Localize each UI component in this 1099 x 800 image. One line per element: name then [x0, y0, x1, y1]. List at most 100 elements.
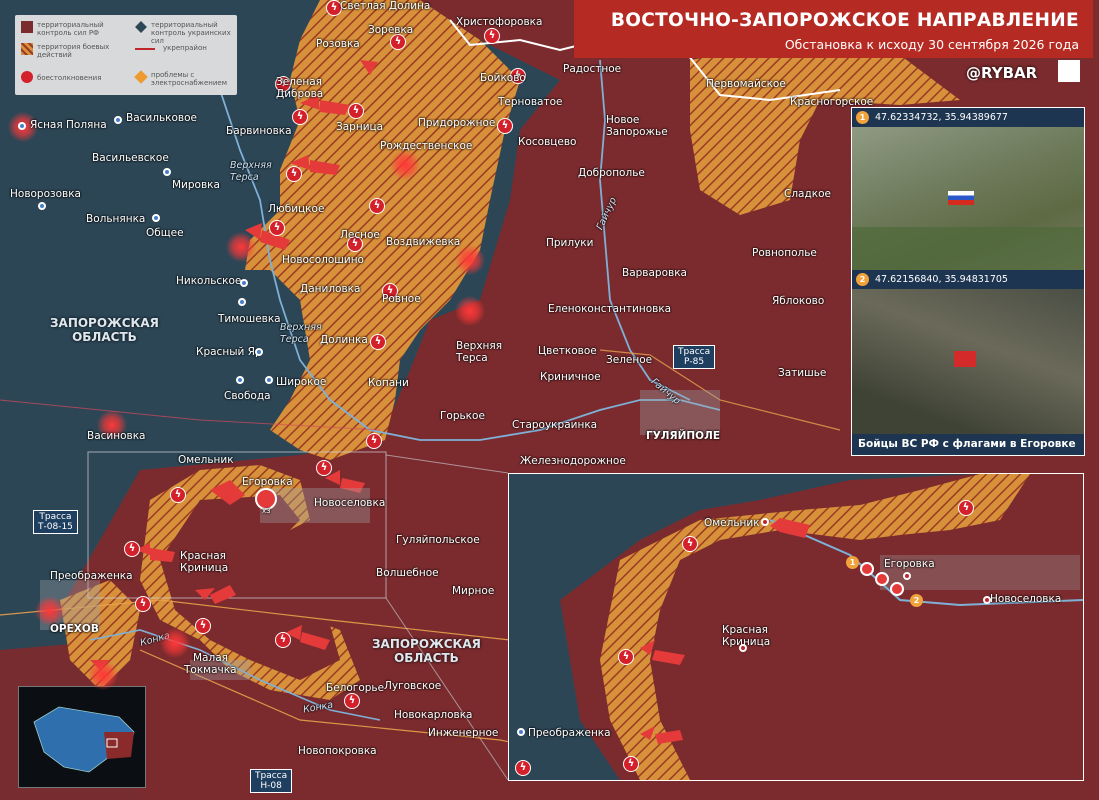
town-pin[interactable] — [38, 202, 46, 210]
town-label: Криничное — [540, 371, 601, 383]
town-label: Инженерное — [428, 727, 499, 739]
inset-town-pin[interactable] — [983, 596, 991, 604]
flag-raising-icon[interactable] — [860, 562, 874, 576]
clash-marker[interactable]: ϟ — [124, 541, 140, 557]
legend-clash-label: боестолкновения — [37, 74, 102, 82]
qr-code-icon[interactable] — [1058, 60, 1080, 82]
page-subtitle: Обстановка к исходу 30 сентября 2026 год… — [784, 37, 1079, 52]
inset-town-label: Егоровка — [884, 558, 935, 570]
town-label: Токмачка — [184, 664, 237, 676]
town-label: Воздвижевка — [386, 236, 461, 248]
town-label: Волшебное — [376, 567, 439, 579]
town-label: Светлая Долина — [340, 0, 431, 12]
clash-marker[interactable]: ϟ — [316, 460, 332, 476]
red-flag-icon — [954, 351, 976, 367]
town-label: Мирное — [452, 585, 495, 597]
clash-marker[interactable]: ϟ — [958, 500, 974, 516]
clash-marker[interactable]: ϟ — [366, 433, 382, 449]
shelling-marker — [160, 628, 190, 658]
town-label: Вольнянка — [86, 213, 146, 225]
photo-1[interactable] — [852, 127, 1084, 270]
town-label: Копани — [368, 377, 409, 389]
flag-count: x3 — [262, 507, 271, 515]
clash-marker[interactable]: ϟ — [292, 109, 308, 125]
inset-town-pin[interactable] — [903, 572, 911, 580]
flag-raising-icon[interactable] — [875, 572, 889, 586]
river-label-tersa-2: Верхняя Терса — [280, 322, 322, 346]
clash-marker[interactable]: ϟ — [275, 632, 291, 648]
shelling-marker — [390, 150, 420, 180]
town-pin[interactable] — [255, 348, 263, 356]
clash-marker[interactable]: ϟ — [515, 760, 531, 776]
town-label: Зеленая — [276, 76, 322, 88]
inset-town-pin[interactable] — [739, 644, 747, 652]
town-label: Рождественское — [380, 140, 473, 152]
clash-marker[interactable]: ϟ — [170, 487, 186, 503]
inset-town-pin[interactable] — [761, 518, 769, 526]
page-title: ВОСТОЧНО-ЗАПОРОЖСКОЕ НАПРАВЛЕНИЕ — [610, 10, 1079, 31]
clash-marker[interactable]: ϟ — [497, 118, 513, 134]
inset-town-label: Новоселовка — [990, 593, 1062, 605]
town-label: Ровнополье — [752, 247, 817, 259]
town-pin[interactable] — [163, 168, 171, 176]
inset-town-label: Преображенка — [528, 727, 611, 739]
town-label: Васильевское — [92, 152, 169, 164]
town-pin[interactable] — [236, 376, 244, 384]
clash-marker[interactable]: ϟ — [618, 649, 634, 665]
clash-marker[interactable]: ϟ — [344, 693, 360, 709]
flag-raising-icon[interactable] — [890, 582, 904, 596]
clash-marker[interactable]: ϟ — [682, 536, 698, 552]
town-pin[interactable] — [265, 376, 273, 384]
town-label: Свобода — [224, 390, 271, 402]
clash-marker[interactable]: ϟ — [484, 28, 500, 44]
overview-minimap[interactable] — [18, 686, 146, 788]
legend-contested-label: территория боевых действий — [37, 43, 110, 59]
legend: территориальный контроль сил РФ территор… — [15, 15, 237, 95]
town-pin[interactable] — [18, 122, 26, 130]
town-pin[interactable] — [114, 116, 122, 124]
photo-2[interactable] — [852, 289, 1084, 434]
legend-ew-label: проблемы с электроснабжением — [151, 71, 228, 87]
road-tag-t0815-line2: Т-08-15 — [38, 522, 73, 532]
clash-marker[interactable]: ϟ — [135, 596, 151, 612]
river-label-tersa-2a: Верхняя — [280, 322, 322, 333]
inset-photo-marker-1[interactable]: 1 — [846, 556, 859, 569]
town-label: ГУЛЯЙПОЛЕ — [646, 430, 720, 442]
town-label: Запорожье — [606, 126, 668, 138]
clash-marker[interactable]: ϟ — [390, 34, 406, 50]
town-label: Придорожное — [418, 117, 496, 129]
clash-marker[interactable]: ϟ — [286, 166, 302, 182]
inset-town-pin[interactable] — [517, 728, 525, 736]
clash-marker[interactable]: ϟ — [195, 618, 211, 634]
town-label: Любицкое — [268, 203, 325, 215]
clash-marker[interactable]: ϟ — [623, 756, 639, 772]
legend-contested-swatch — [21, 43, 33, 55]
town-label: Новорозовка — [10, 188, 81, 200]
inset-town-label: Красная — [722, 624, 768, 636]
town-label: Белогорье — [326, 682, 385, 694]
town-label: Радостное — [563, 63, 622, 75]
region-label-south-line2: ОБЛАСТЬ — [394, 651, 459, 665]
town-label: Верхняя — [456, 340, 503, 352]
clash-marker[interactable]: ϟ — [269, 220, 285, 236]
clash-marker[interactable]: ϟ — [348, 103, 364, 119]
region-label-south-line1: ЗАПОРОЖСКАЯ — [372, 637, 481, 651]
legend-ru-label: территориальный контроль сил РФ — [37, 21, 104, 37]
road-tag-r85-line2: Р-85 — [684, 357, 705, 367]
photo-coord-1: 1 47.62334732, 35.94389677 — [852, 108, 1084, 127]
town-pin[interactable] — [238, 298, 246, 306]
town-pin[interactable] — [152, 214, 160, 222]
legend-ur-label: укрепрайон — [163, 44, 207, 52]
photo-caption: Бойцы ВС РФ с флагами в Егоровке — [852, 434, 1084, 455]
photo-number-1: 1 — [856, 111, 869, 124]
region-label-west: ЗАПОРОЖСКАЯ ОБЛАСТЬ — [50, 316, 159, 344]
town-label: Васильковое — [126, 112, 197, 124]
clash-marker[interactable]: ϟ — [370, 334, 386, 350]
town-label: Варваровка — [622, 267, 687, 279]
town-pin[interactable] — [240, 279, 248, 287]
inset-photo-marker-2[interactable]: 2 — [910, 594, 923, 607]
road-tag-r85: Трасса Р-85 — [673, 345, 716, 369]
clash-marker[interactable]: ϟ — [369, 198, 385, 214]
town-label: Сладкое — [784, 188, 831, 200]
brand-logo[interactable]: @RYBAR — [966, 64, 1037, 82]
